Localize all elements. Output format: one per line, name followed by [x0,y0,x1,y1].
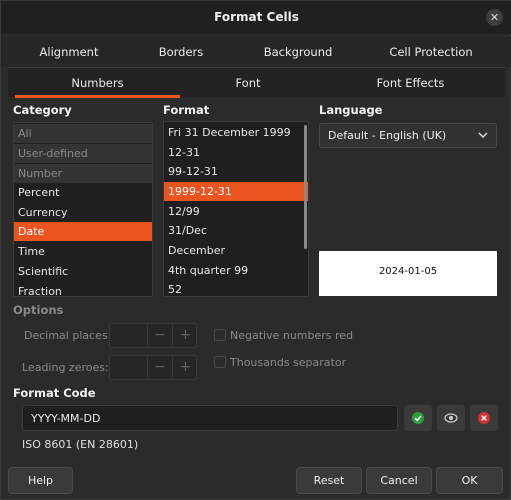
category-item-all[interactable]: All [14,124,152,143]
reset-button[interactable]: Reset [296,467,362,494]
category-item-time[interactable]: Time [14,242,152,261]
format-item[interactable]: December [164,241,308,260]
thousands-separator-checkbox[interactable] [214,356,226,368]
plus-icon[interactable]: + [173,324,198,347]
options-heading: Options [13,303,64,317]
decimal-places-field[interactable] [110,324,148,347]
active-tab-indicator [15,95,180,98]
format-code-input[interactable]: YYYY-MM-DD [22,405,398,431]
decimal-places-stepper[interactable]: − + [109,323,197,348]
tab-alignment[interactable]: Alignment [19,37,119,67]
format-item-selected[interactable]: 1999-12-31 [164,182,308,201]
leading-zeroes-label: Leading zeroes: [22,361,109,374]
format-item[interactable]: 99-12-31 [164,162,308,181]
delete-icon [478,412,490,424]
language-dropdown[interactable]: Default - English (UK) [319,123,497,148]
title-bar: Format Cells ✕ [1,1,511,34]
leading-zeroes-stepper[interactable]: − + [109,355,197,380]
format-item[interactable]: 4th quarter 99 [164,261,308,280]
tab-font-effects[interactable]: Font Effects [328,68,493,98]
category-item-date[interactable]: Date [14,222,152,241]
format-code-heading: Format Code [13,386,96,400]
tab-borders[interactable]: Borders [131,37,231,67]
negative-red-checkbox[interactable] [214,329,226,341]
chevron-down-icon [478,128,488,145]
format-code-description: ISO 8601 (EN 28601) [22,438,139,451]
category-item-percent[interactable]: Percent [14,183,152,202]
decimal-places-label: Decimal places: [24,329,112,342]
comment-button[interactable] [437,405,465,431]
format-preview: 2024-01-05 [319,251,497,296]
minus-icon[interactable]: − [148,324,173,347]
tab-font[interactable]: Font [173,68,323,98]
category-item-user-defined[interactable]: User-defined [14,144,152,163]
category-list[interactable]: All User-defined Number Percent Currency… [13,122,153,297]
close-icon: ✕ [489,11,500,24]
format-item[interactable]: 31/Dec [164,221,308,240]
language-heading: Language [319,103,383,117]
delete-button[interactable] [470,405,498,431]
tab-numbers[interactable]: Numbers [15,68,180,98]
category-item-number[interactable]: Number [14,164,152,183]
dialog-title: Format Cells [214,10,299,24]
preview-text: 2024-01-05 [378,266,438,277]
thousands-separator-label: Thousands separator [230,356,347,369]
accept-button[interactable] [404,405,432,431]
format-code-value: YYYY-MM-DD [31,412,101,425]
category-heading: Category [13,103,72,117]
category-item-scientific[interactable]: Scientific [14,262,152,281]
minus-icon[interactable]: − [148,356,173,379]
sub-tab-row: Numbers Font Font Effects [8,67,505,98]
format-heading: Format [163,103,210,117]
ok-button[interactable]: OK [436,467,503,494]
help-button[interactable]: Help [8,467,73,494]
format-item[interactable]: 12-31 [164,143,308,162]
cancel-button[interactable]: Cancel [366,467,432,494]
format-list[interactable]: Fri 31 December 1999 12-31 99-12-31 1999… [163,121,309,297]
format-cells-dialog: Format Cells ✕ Alignment Borders Backgro… [0,0,511,500]
category-item-currency[interactable]: Currency [14,203,152,222]
format-item[interactable]: 52 [164,280,308,296]
format-list-scrollbar[interactable] [304,125,307,249]
negative-red-label: Negative numbers red [230,329,354,342]
language-value: Default - English (UK) [328,129,447,142]
top-tab-row: Alignment Borders Background Cell Protec… [1,37,511,67]
check-icon [412,412,424,424]
close-button[interactable]: ✕ [486,9,503,26]
category-item-fraction[interactable]: Fraction [14,282,152,296]
format-item[interactable]: Fri 31 December 1999 [164,123,308,142]
tab-cell-protection[interactable]: Cell Protection [371,37,491,67]
leading-zeroes-field[interactable] [110,356,148,379]
plus-icon[interactable]: + [173,356,198,379]
tab-background[interactable]: Background [248,37,348,67]
eye-icon [444,413,458,423]
format-item[interactable]: 12/99 [164,202,308,221]
